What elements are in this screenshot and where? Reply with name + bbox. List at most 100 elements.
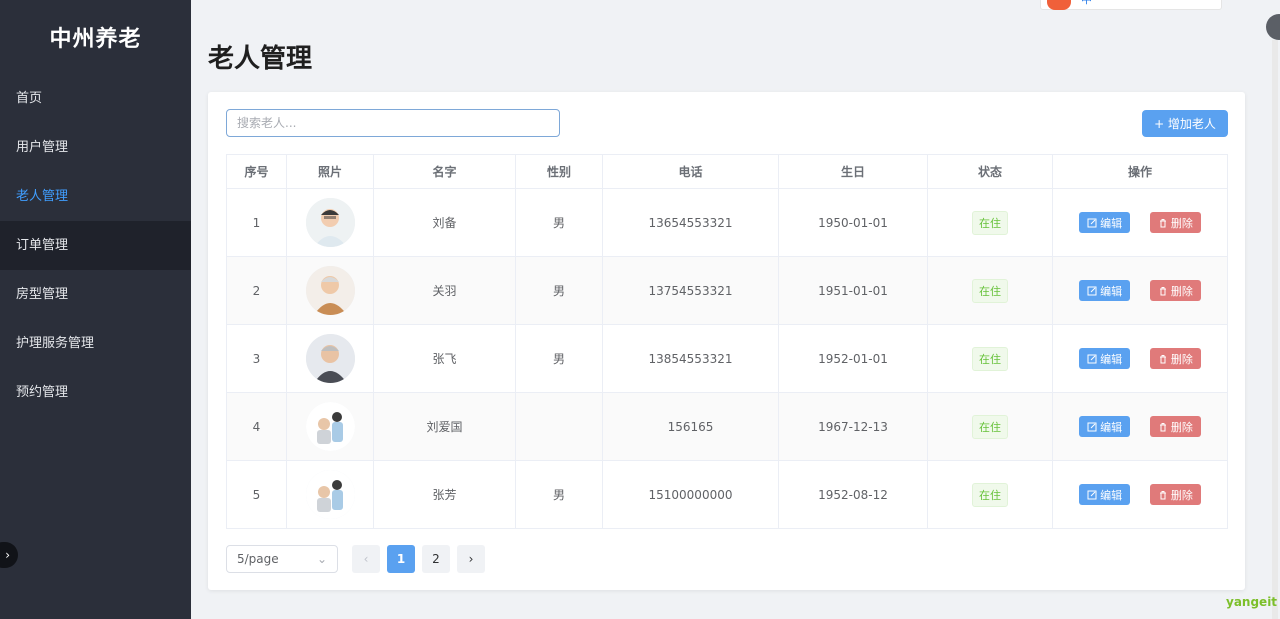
cell-birthday: 1950-01-01 [778,188,928,257]
edit-button[interactable]: 编辑 [1079,280,1131,301]
edit-button[interactable]: 编辑 [1079,348,1131,369]
delete-button[interactable]: 删除 [1149,484,1201,505]
sidebar: 中州养老 首页 用户管理 老人管理 订单管理 房型管理 护理服务管理 预约管理 … [0,0,191,619]
column-header-status[interactable]: 状态 [927,154,1053,189]
delete-button[interactable]: 删除 [1149,416,1201,437]
column-header-phone[interactable]: 电话 [602,154,779,189]
edit-icon [1087,286,1097,295]
cell-actions: 编辑 删除 [1052,392,1228,461]
sidebar-item-orders[interactable]: 订单管理 [0,221,191,270]
sidebar-item-users[interactable]: 用户管理 [0,123,191,172]
cell-actions: 编辑 删除 [1052,256,1228,325]
edit-icon [1087,490,1097,499]
edit-button[interactable]: 编辑 [1079,416,1131,437]
trash-icon [1159,354,1166,363]
page-size-select[interactable]: 5/page ⌄ [226,545,338,573]
cell-photo [286,324,374,393]
cell-name: 关羽 [373,256,516,325]
status-badge: 在住 [972,346,1008,371]
delete-label: 删除 [1170,216,1193,230]
column-header-actions[interactable]: 操作 [1052,154,1228,189]
main-content: 老人管理 + 增加老人 序号 照片 名字 性别 电话 生日 状态 操作 1 [191,0,1264,619]
status-badge: 在住 [972,210,1008,235]
table-row: 5 张芳 男 15100000000 1952-08-12 在住 编辑 删除 [226,460,1228,529]
scrollbar[interactable] [1272,40,1278,619]
delete-button[interactable]: 删除 [1149,348,1201,369]
cell-actions: 编辑 删除 [1052,188,1228,257]
edge-toggle-button[interactable] [1266,14,1280,40]
trash-icon [1159,286,1166,295]
delete-button[interactable]: 删除 [1149,212,1201,233]
column-header-birthday[interactable]: 生日 [778,154,928,189]
status-badge: 在住 [972,482,1008,507]
sidebar-item-home[interactable]: 首页 [0,74,191,123]
trash-icon [1159,422,1166,431]
cell-phone: 13854553321 [602,324,779,393]
page-button-2[interactable]: 2 [422,545,450,573]
elder-avatar [305,402,355,451]
cell-photo [286,460,374,529]
cell-name: 张飞 [373,324,516,393]
elder-avatar [305,470,355,519]
sidebar-item-care-services[interactable]: 护理服务管理 [0,319,191,368]
cell-phone: 13754553321 [602,256,779,325]
status-badge: 在住 [972,278,1008,303]
trash-icon [1159,218,1166,227]
add-elder-button[interactable]: + 增加老人 [1142,110,1228,137]
edit-label: 编辑 [1100,216,1123,230]
chevron-down-icon: ⌄ [316,552,327,566]
column-header-photo[interactable]: 照片 [286,154,374,189]
edit-icon [1087,422,1097,431]
cell-index: 1 [226,188,287,257]
status-badge: 在住 [972,414,1008,439]
chevron-left-icon: ‹ [363,552,369,566]
cell-index: 4 [226,392,287,461]
cell-gender: 男 [515,324,603,393]
chevron-right-icon: › [468,552,474,566]
edit-label: 编辑 [1100,420,1123,434]
search-input[interactable] [226,109,560,137]
pagination: 5/page ⌄ ‹ 1 2 › [226,545,485,573]
column-header-index[interactable]: 序号 [226,154,287,189]
cell-gender [515,392,603,461]
sidebar-item-elders[interactable]: 老人管理 [0,172,191,221]
table-header-row: 序号 照片 名字 性别 电话 生日 状态 操作 [226,154,1228,189]
cell-birthday: 1967-12-13 [778,392,928,461]
cell-actions: 编辑 删除 [1052,324,1228,393]
edit-label: 编辑 [1100,284,1123,298]
page-button-1[interactable]: 1 [387,545,415,573]
trash-icon [1159,490,1166,499]
delete-button[interactable]: 删除 [1149,280,1201,301]
column-header-gender[interactable]: 性别 [515,154,603,189]
column-header-name[interactable]: 名字 [373,154,516,189]
delete-label: 删除 [1170,284,1193,298]
next-page-button[interactable]: › [457,545,485,573]
cell-actions: 编辑 删除 [1052,460,1228,529]
prev-page-button[interactable]: ‹ [352,545,380,573]
cell-status: 在住 [927,324,1053,393]
cell-status: 在住 [927,392,1053,461]
chevron-right-icon: › [5,548,10,562]
sidebar-item-room-types[interactable]: 房型管理 [0,270,191,319]
sidebar-item-appointments[interactable]: 预约管理 [0,368,191,417]
cell-gender: 男 [515,256,603,325]
cell-name: 张芳 [373,460,516,529]
delete-label: 删除 [1170,488,1193,502]
table-row: 2 关羽 男 13754553321 1951-01-01 在住 编辑 删除 [226,256,1228,325]
cell-index: 3 [226,324,287,393]
elder-table-card: + 增加老人 序号 照片 名字 性别 电话 生日 状态 操作 1 [208,92,1245,590]
cell-status: 在住 [927,188,1053,257]
delete-label: 删除 [1170,420,1193,434]
sidebar-collapse-button[interactable]: › [0,542,18,568]
elder-avatar [305,334,355,383]
cell-phone: 13654553321 [602,188,779,257]
table-row: 4 刘爱国 156165 1967-12-13 在住 编辑 删除 [226,392,1228,461]
edit-button[interactable]: 编辑 [1079,212,1131,233]
edit-label: 编辑 [1100,488,1123,502]
edit-button[interactable]: 编辑 [1079,484,1131,505]
cell-birthday: 1952-01-01 [778,324,928,393]
cell-name: 刘备 [373,188,516,257]
watermark-logo: yangeit [1226,595,1278,609]
cell-status: 在住 [927,460,1053,529]
cell-gender: 男 [515,460,603,529]
